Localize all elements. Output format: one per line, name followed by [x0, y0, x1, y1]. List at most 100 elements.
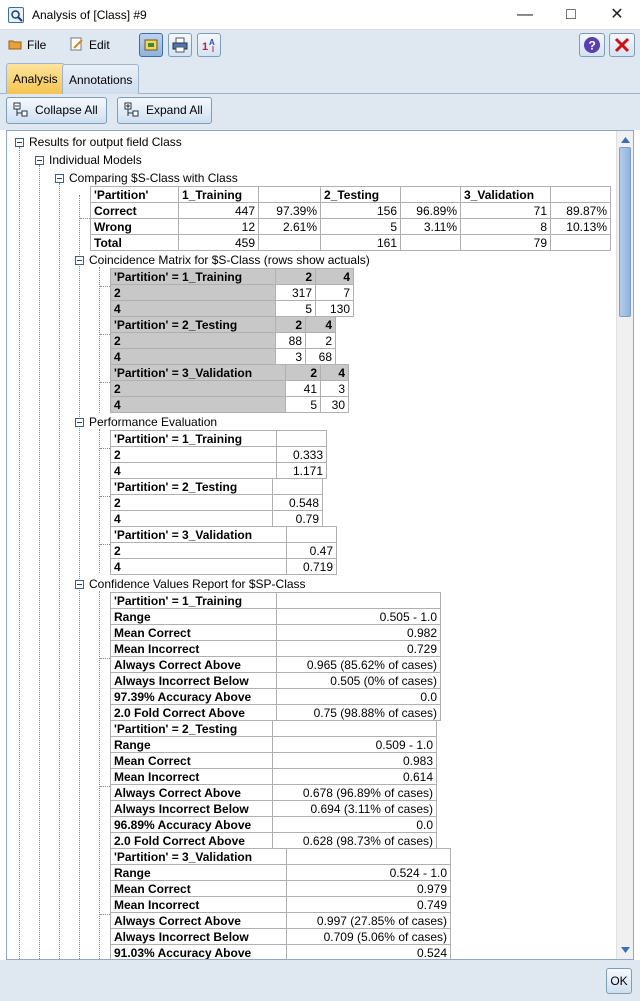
table-cell: 4 — [110, 348, 276, 365]
table-cell: 2 — [110, 446, 277, 463]
table-cell: 0.548 — [272, 494, 323, 511]
results-panel[interactable]: Results for output field Class Individua… — [6, 130, 634, 960]
table-cell: 0.719 — [286, 558, 337, 575]
sort-button[interactable]: 1A — [197, 33, 221, 57]
table-cell: 156 — [320, 202, 401, 219]
expand-all-button[interactable]: Expand All — [117, 97, 212, 124]
table-cell: 3 — [320, 380, 349, 397]
table-cell: 2 — [110, 332, 276, 349]
table-header-row: 'Partition' = 2_Testing — [110, 478, 323, 495]
coincidence-table-testing: 'Partition' = 2_Testing 2 4 2 88 2 4 3 6… — [110, 316, 336, 365]
file-menu[interactable]: File — [8, 36, 46, 54]
table-row: 96.89% Accuracy Above 0.0 — [110, 816, 437, 833]
table-cell: 3_Validation — [460, 186, 551, 203]
tree-line — [100, 382, 110, 383]
collapse-toggle-individual[interactable] — [35, 156, 44, 165]
svg-text:A: A — [209, 38, 215, 47]
table-cell — [272, 720, 437, 737]
table-cell: 97.39% — [258, 202, 321, 219]
table-row: 2 0.47 — [110, 542, 337, 559]
tree-node-results[interactable]: Results for output field Class — [29, 134, 182, 150]
table-row: 97.39% Accuracy Above 0.0 — [110, 688, 441, 705]
table-cell: 2 — [305, 332, 336, 349]
table-row: Mean Correct 0.983 — [110, 752, 437, 769]
print-button[interactable] — [168, 33, 192, 57]
tree-node-individual-models[interactable]: Individual Models — [49, 152, 142, 168]
table-row: Always Correct Above 0.965 (85.62% of cas… — [110, 656, 441, 673]
table-row: Range 0.524 - 1.0 — [110, 864, 451, 881]
table-cell: Total — [90, 234, 179, 251]
table-cell: 88 — [275, 332, 306, 349]
table-cell: 0.628 (98.73% of cases) — [272, 832, 437, 849]
table-row: 4 5 30 — [110, 396, 349, 413]
table-cell: 3.11% — [400, 218, 461, 235]
tab-analysis[interactable]: Analysis — [6, 63, 65, 94]
table-cell: 'Partition' = 1_Training — [110, 430, 277, 447]
collapse-toggle-confidence[interactable] — [75, 580, 84, 589]
ok-button[interactable]: OK — [606, 968, 632, 994]
scroll-thumb[interactable] — [619, 147, 631, 317]
table-cell: 68 — [305, 348, 336, 365]
tree-line — [39, 165, 40, 959]
table-cell: 'Partition' = 3_Validation — [110, 364, 286, 381]
table-cell: 0.965 (85.62% of cases) — [276, 656, 441, 673]
collapse-toggle-coincidence[interactable] — [75, 256, 84, 265]
performance-table-testing: 'Partition' = 2_Testing 2 0.548 4 0.79 — [110, 478, 323, 527]
tree-node-comparing[interactable]: Comparing $S-Class with Class — [69, 170, 238, 186]
table-cell: Always Incorrect Below — [110, 672, 277, 689]
table-header-row: 'Partition' 1_Training 2_Testing 3_Valid… — [90, 186, 611, 203]
scroll-down-icon[interactable] — [619, 943, 632, 957]
edit-menu[interactable]: Edit — [70, 36, 110, 54]
table-cell: 4 — [110, 462, 277, 479]
table-cell: Always Correct Above — [110, 912, 287, 929]
scroll-up-icon[interactable] — [619, 133, 632, 147]
collapse-toggle-comparing[interactable] — [55, 174, 64, 183]
generate-button[interactable] — [139, 33, 163, 57]
vertical-scrollbar[interactable] — [616, 131, 633, 959]
tree-node-performance[interactable]: Performance Evaluation — [89, 414, 217, 430]
table-cell: Always Incorrect Below — [110, 928, 287, 945]
coincidence-table-training: 'Partition' = 1_Training 2 4 2 317 7 4 5… — [110, 268, 354, 317]
table-row: 2 88 2 — [110, 332, 336, 349]
collapse-all-button[interactable]: Collapse All — [6, 97, 107, 124]
collapse-toggle-root[interactable] — [15, 138, 24, 147]
table-cell: 97.39% Accuracy Above — [110, 688, 277, 705]
table-row: Range 0.505 - 1.0 — [110, 608, 441, 625]
table-cell: Always Correct Above — [110, 784, 273, 801]
table-cell: 12 — [178, 218, 259, 235]
table-cell: 0.0 — [272, 816, 437, 833]
table-cell: 89.87% — [550, 202, 611, 219]
table-cell: Mean Incorrect — [110, 640, 277, 657]
collapse-all-label: Collapse All — [35, 103, 98, 117]
table-cell: 10.13% — [550, 218, 611, 235]
minimize-button[interactable]: — — [502, 0, 548, 30]
window-title: Analysis of [Class] #9 — [32, 8, 147, 22]
table-cell: 0.75 (98.88% of cases) — [276, 704, 441, 721]
table-cell — [272, 478, 323, 495]
tree-node-coincidence[interactable]: Coincidence Matrix for $S-Class (rows sh… — [89, 252, 370, 268]
magnifier-icon — [8, 7, 24, 23]
tree-node-confidence[interactable]: Confidence Values Report for $SP-Class — [89, 576, 306, 592]
table-cell: 0.997 (27.85% of cases) — [286, 912, 451, 929]
close-button[interactable] — [609, 33, 635, 57]
table-row: Mean Incorrect 0.729 — [110, 640, 441, 657]
table-cell: 'Partition' = 2_Testing — [110, 316, 276, 333]
table-cell: 91.03% Accuracy Above — [110, 944, 287, 959]
maximize-button[interactable]: □ — [548, 0, 594, 30]
table-row: 2.0 Fold Correct Above 0.75 (98.88% of ca… — [110, 704, 441, 721]
confidence-table-validation: 'Partition' = 3_Validation Range 0.524 - … — [110, 848, 451, 959]
generate-icon — [144, 39, 158, 51]
table-cell: 4 — [305, 316, 336, 333]
table-row: 2 41 3 — [110, 380, 349, 397]
help-button[interactable]: ? — [579, 33, 605, 57]
table-header-row: 'Partition' = 1_Training — [110, 430, 327, 447]
table-cell: 1_Training — [178, 186, 259, 203]
collapse-toggle-performance[interactable] — [75, 418, 84, 427]
tree-line — [99, 591, 100, 959]
close-window-button[interactable]: ✕ — [594, 0, 640, 30]
tree-line — [19, 147, 20, 959]
tab-annotations[interactable]: Annotations — [62, 64, 140, 94]
tree-line — [99, 267, 100, 413]
table-cell: 41 — [285, 380, 321, 397]
table-row: Range 0.509 - 1.0 — [110, 736, 437, 753]
